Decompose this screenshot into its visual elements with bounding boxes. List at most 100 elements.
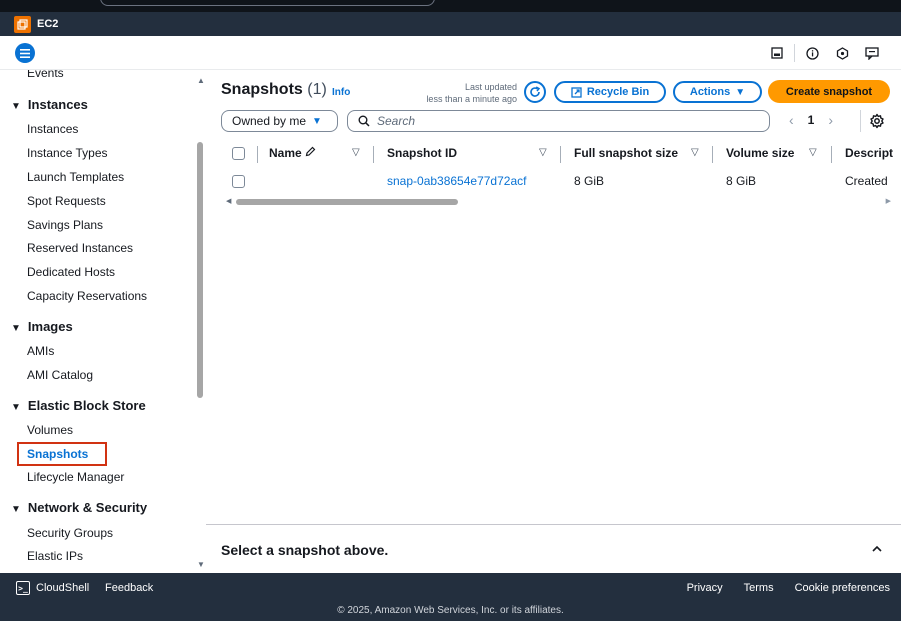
sidebar-scrollbar[interactable]: ▲ ▼: [195, 70, 206, 573]
hamburger-icon: [20, 48, 30, 58]
nav-group-label: Instances: [27, 97, 88, 112]
next-page-icon[interactable]: ›: [828, 112, 833, 128]
scroll-right-arrow-icon[interactable]: ▶: [886, 197, 891, 205]
cell-description: Created: [845, 174, 888, 188]
split-panel-toggle-icon[interactable]: [762, 44, 792, 62]
split-panel-title: Select a snapshot above.: [221, 542, 389, 558]
info-panel-icon[interactable]: [797, 44, 827, 62]
gear-icon[interactable]: [869, 113, 885, 129]
select-all-checkbox[interactable]: [232, 147, 245, 160]
nav-item-snapshots[interactable]: Snapshots: [27, 447, 88, 461]
column-header-volume-size[interactable]: Volume size: [726, 146, 794, 160]
header-divider: [794, 44, 795, 62]
privacy-link[interactable]: Privacy: [687, 582, 723, 594]
table-horizontal-scrollbar[interactable]: ◀ ▶: [226, 198, 891, 206]
header-tools: [762, 44, 887, 62]
horizontal-scroll-thumb[interactable]: [236, 199, 458, 205]
nav-item-elastic-ips[interactable]: Elastic IPs: [27, 549, 83, 563]
nav-group-network-security[interactable]: ▼ Network & Security: [11, 500, 147, 515]
cell-snapshot-id[interactable]: snap-0ab38654e77d72acf: [387, 174, 526, 188]
last-updated-value: less than a minute ago: [426, 94, 517, 104]
column-divider: [373, 146, 374, 163]
column-divider: [712, 146, 713, 163]
feedback-panel-icon[interactable]: [857, 44, 887, 62]
console-footer: >_ CloudShell Feedback Privacy Terms Coo…: [0, 573, 901, 621]
column-header-name[interactable]: Name: [269, 146, 316, 160]
nav-group-label: Images: [27, 319, 73, 334]
expand-caret-icon: ▼: [11, 101, 21, 112]
refresh-button[interactable]: [524, 81, 546, 103]
nav-item-reserved-instances[interactable]: Reserved Instances: [27, 241, 133, 255]
cloudshell-label: CloudShell: [36, 582, 90, 594]
ec2-service-icon[interactable]: [14, 15, 31, 33]
hamburger-menu-button[interactable]: [15, 43, 35, 63]
scroll-up-arrow-icon[interactable]: ▲: [197, 76, 205, 85]
column-header-description[interactable]: Descript: [845, 146, 901, 160]
search-box[interactable]: [347, 110, 770, 132]
table-header: Name ▽ Snapshot ID ▽ Full snapshot size …: [206, 142, 901, 166]
expand-caret-icon: ▼: [11, 504, 21, 515]
page-number[interactable]: 1: [808, 113, 815, 127]
nav-item-lifecycle-manager[interactable]: Lifecycle Manager: [27, 470, 124, 484]
nav-item-launch-templates[interactable]: Launch Templates: [27, 170, 124, 184]
ownership-filter-value: Owned by me: [232, 114, 307, 128]
sort-icon[interactable]: ▽: [809, 147, 817, 158]
nav-group-instances[interactable]: ▼ Instances: [11, 97, 88, 112]
nav-item-security-groups[interactable]: Security Groups: [27, 526, 113, 540]
caret-down-icon: ▼: [312, 115, 322, 127]
expand-caret-icon: ▼: [11, 402, 21, 413]
nav-item-ami-catalog[interactable]: AMI Catalog: [27, 368, 93, 382]
search-input[interactable]: [377, 114, 737, 128]
search-icon: [358, 115, 370, 127]
sort-icon[interactable]: ▽: [691, 147, 699, 158]
nav-item-instances[interactable]: Instances: [27, 122, 78, 136]
row-checkbox[interactable]: [232, 175, 245, 188]
service-bar: EC2: [0, 12, 901, 36]
previous-page-icon[interactable]: ‹: [789, 112, 794, 128]
nav-item-instance-types[interactable]: Instance Types: [27, 146, 108, 160]
external-link-icon: [571, 86, 582, 98]
nav-item-events[interactable]: Events: [27, 70, 64, 80]
service-label[interactable]: EC2: [37, 18, 58, 30]
content-header-bar: [0, 36, 901, 70]
scroll-left-arrow-icon[interactable]: ◀: [226, 197, 231, 205]
nav-group-label: Network & Security: [27, 500, 148, 515]
nav-item-spot-requests[interactable]: Spot Requests: [27, 194, 106, 208]
info-link[interactable]: Info: [332, 87, 350, 98]
nav-group-images[interactable]: ▼ Images: [11, 319, 73, 334]
caret-down-icon: ▼: [735, 86, 746, 98]
browser-top-strip: [0, 0, 901, 12]
cloudshell-icon: >_: [16, 581, 30, 595]
column-header-full-size[interactable]: Full snapshot size: [574, 146, 678, 160]
create-snapshot-button[interactable]: Create snapshot: [768, 80, 890, 103]
security-insights-icon[interactable]: [827, 44, 857, 62]
terms-link[interactable]: Terms: [744, 582, 774, 594]
sort-icon[interactable]: ▽: [539, 147, 547, 158]
nav-item-amis[interactable]: AMIs: [27, 344, 54, 358]
nav-item-dedicated-hosts[interactable]: Dedicated Hosts: [27, 265, 115, 279]
column-header-snapshot-id[interactable]: Snapshot ID: [387, 146, 457, 160]
column-divider: [560, 146, 561, 163]
nav-item-savings-plans[interactable]: Savings Plans: [27, 218, 103, 232]
nav-group-elastic-block-store[interactable]: ▼ Elastic Block Store: [11, 398, 146, 413]
actions-dropdown-button[interactable]: Actions ▼: [673, 81, 762, 103]
browser-address-bar[interactable]: [100, 0, 435, 6]
nav-group-label: Elastic Block Store: [27, 398, 146, 413]
table-row[interactable]: snap-0ab38654e77d72acf 8 GiB 8 GiB Creat…: [206, 170, 901, 192]
expand-caret-icon: ▼: [11, 323, 21, 334]
recycle-bin-label: Recycle Bin: [586, 86, 650, 98]
footer-links: Privacy Terms Cookie preferences: [687, 582, 890, 594]
cloudshell-link[interactable]: >_ CloudShell: [16, 581, 89, 595]
ownership-filter-select[interactable]: Owned by me ▼: [221, 110, 338, 132]
column-divider: [831, 146, 832, 163]
recycle-bin-button[interactable]: Recycle Bin: [554, 81, 666, 103]
cookie-preferences-link[interactable]: Cookie preferences: [795, 582, 890, 594]
split-panel: Select a snapshot above.: [206, 524, 901, 573]
sidebar-scroll-thumb[interactable]: [197, 142, 203, 398]
nav-item-capacity-reservations[interactable]: Capacity Reservations: [27, 289, 147, 303]
chevron-up-icon[interactable]: [870, 542, 886, 558]
feedback-link[interactable]: Feedback: [105, 582, 153, 594]
nav-item-volumes[interactable]: Volumes: [27, 423, 73, 437]
sort-icon[interactable]: ▽: [352, 147, 360, 158]
scroll-down-arrow-icon[interactable]: ▼: [197, 560, 205, 569]
